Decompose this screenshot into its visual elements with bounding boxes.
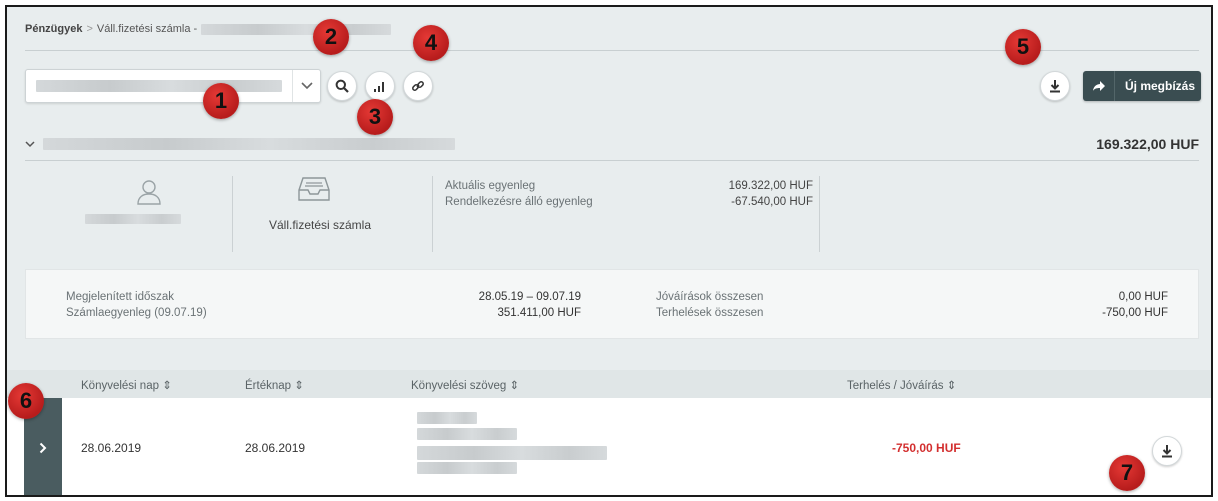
available-balance-value: -67.540,00 HUF	[731, 196, 813, 208]
column-header-booking-date[interactable]: Könyvelési nap ⇕	[81, 378, 172, 392]
share-arrow-icon	[1083, 71, 1115, 101]
transactions-table-header: Könyvelési nap ⇕ Értéknap ⇕ Könyvelési s…	[7, 370, 1211, 398]
transaction-amount: -750,00 HUF	[892, 441, 961, 455]
annotation-marker-1: 1	[203, 83, 239, 119]
current-balance-value: 169.322,00 HUF	[728, 180, 813, 192]
app-frame: Pénzügyek > Váll.fizetési számla - Új me…	[5, 5, 1213, 497]
period-label: Megjelenített időszak	[66, 291, 175, 303]
description-redacted	[417, 412, 477, 424]
chevron-right-icon	[39, 442, 47, 454]
balance-date-value: 351.411,00 HUF	[497, 307, 581, 319]
breadcrumb-root[interactable]: Pénzügyek	[25, 23, 82, 35]
credits-total-value: 0,00 HUF	[1118, 291, 1168, 303]
chevron-down-icon[interactable]	[292, 70, 320, 102]
current-balance-label: Aktuális egyenleg	[445, 180, 536, 192]
account-select-value-redacted	[36, 80, 282, 92]
credits-total-label: Jóváírások összesen	[656, 291, 764, 303]
column-header-amount[interactable]: Terhelés / Jóváírás ⇕	[847, 378, 956, 392]
account-type: Váll.fizetési számla	[268, 218, 372, 232]
annotation-marker-4: 4	[413, 25, 449, 61]
inbox-icon	[297, 176, 333, 206]
account-holder-redacted	[85, 214, 181, 224]
period-value: 28.05.19 – 09.07.19	[478, 291, 581, 303]
column-header-description[interactable]: Könyvelési szöveg ⇕	[411, 378, 519, 392]
table-row[interactable]: 28.06.2019 28.06.2019 -750,00 HUF	[7, 398, 1211, 495]
download-icon	[1162, 445, 1172, 458]
annotation-marker-3: 3	[357, 99, 393, 135]
search-button[interactable]	[327, 71, 357, 101]
annotation-marker-2: 2	[313, 19, 349, 55]
row-download-button[interactable]	[1152, 436, 1182, 466]
annotation-marker-6: 6	[8, 383, 44, 419]
account-total: 169.322,00 HUF	[1096, 136, 1199, 152]
download-button[interactable]	[1040, 71, 1070, 101]
balance-values: 169.322,00 HUF -67.540,00 HUF	[685, 178, 813, 210]
balance-labels: Aktuális egyenleg Rendelkezésre álló egy…	[445, 178, 593, 210]
value-date: 28.06.2019	[245, 441, 306, 455]
annotation-marker-7: 7	[1109, 455, 1145, 491]
new-order-label: Új megbízás	[1125, 79, 1196, 93]
period-summary: Megjelenített időszak Számlaegyenleg (09…	[25, 269, 1199, 339]
summary-divider	[432, 176, 433, 252]
account-name-redacted	[43, 138, 455, 150]
breadcrumb-current: Váll.fizetési számla -	[96, 23, 198, 35]
search-icon	[335, 79, 349, 93]
account-summary: Váll.fizetési számla Aktuális egyenleg R…	[25, 172, 1199, 256]
debits-total-label: Terhelések összesen	[656, 307, 764, 319]
account-select[interactable]	[25, 69, 321, 103]
account-header[interactable]: 169.322,00 HUF	[25, 132, 1199, 156]
chevron-down-icon[interactable]	[25, 137, 43, 151]
booking-date: 28.06.2019	[81, 441, 142, 455]
description-redacted	[417, 428, 517, 440]
download-icon	[1050, 80, 1060, 93]
annotation-marker-5: 5	[1005, 29, 1041, 65]
link-button[interactable]	[403, 71, 433, 101]
column-header-value-date[interactable]: Értéknap ⇕	[245, 378, 304, 392]
summary-divider	[232, 176, 233, 252]
bar-chart-icon	[374, 82, 384, 92]
link-icon	[412, 81, 424, 91]
balance-date-label: Számlaegyenleg (09.07.19)	[66, 307, 207, 319]
account-divider	[25, 160, 1199, 161]
description-redacted	[417, 446, 607, 460]
summary-divider	[819, 176, 820, 252]
description-redacted	[417, 462, 517, 474]
available-balance-label: Rendelkezésre álló egyenleg	[445, 196, 593, 208]
breadcrumb-account-redacted	[201, 23, 392, 35]
debits-total-value: -750,00 HUF	[1102, 307, 1168, 319]
new-order-button[interactable]: Új megbízás	[1083, 71, 1201, 101]
statistics-button[interactable]	[365, 71, 395, 101]
user-icon	[135, 178, 163, 206]
breadcrumb-separator: >	[86, 23, 93, 35]
